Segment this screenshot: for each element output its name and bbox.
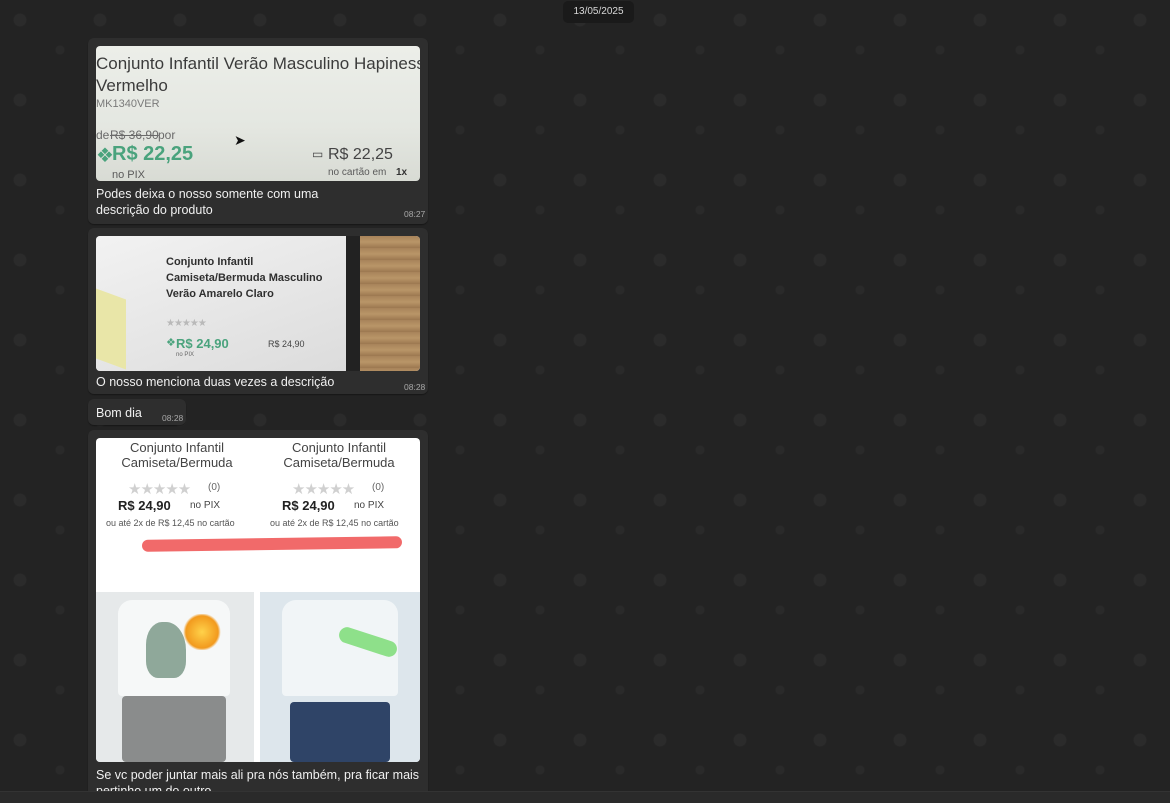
message-bubble-image[interactable]: Conjunto Infantil Verão Masculino Hapine… bbox=[88, 38, 428, 224]
caption-line: descrição do produto bbox=[96, 203, 213, 217]
dinosaur-print bbox=[146, 622, 186, 678]
pix-price: R$ 22,25 bbox=[112, 143, 194, 165]
product-image-croc bbox=[260, 592, 420, 762]
product-price: R$ 24,90 bbox=[118, 498, 171, 513]
shorts-navy bbox=[290, 702, 390, 762]
card-icon: ▭ bbox=[312, 147, 324, 161]
composer-bar bbox=[0, 791, 1170, 803]
message-bubble-text[interactable]: Bom dia 08:28 bbox=[88, 399, 186, 425]
product-title: Conjunto Infantil bbox=[292, 440, 386, 455]
image-title: Conjunto Infantil bbox=[166, 256, 254, 268]
product-price: R$ 24,90 bbox=[282, 498, 335, 513]
caption-line: Podes deixa o nosso somente com uma bbox=[96, 187, 319, 201]
product-photo[interactable]: Conjunto Infantil Camiseta/Bermuda ★★★★★… bbox=[96, 438, 420, 762]
message-caption: Podes deixa o nosso somente com uma desc… bbox=[96, 186, 318, 218]
date-chip: 13/05/2025 bbox=[563, 1, 634, 23]
chat-area: 13/05/2025 Conjunto Infantil Verão Mascu… bbox=[0, 0, 1170, 803]
message-time: 08:28 bbox=[404, 382, 426, 392]
product-title: Conjunto Infantil bbox=[130, 440, 224, 455]
image-title: Conjunto Infantil Verão Masculino Hapine… bbox=[96, 54, 420, 73]
message-bubble-image[interactable]: Conjunto Infantil Camiseta/Bermuda Mascu… bbox=[88, 228, 428, 394]
rating-stars: ★★★★★ bbox=[128, 481, 191, 498]
product-title-line2: Camiseta/Bermuda bbox=[121, 455, 233, 470]
image-title-line2: Camiseta/Bermuda Masculino bbox=[166, 272, 323, 284]
image-title-line2: Vermelho bbox=[96, 76, 168, 95]
image-title-line3: Verão Amarelo Claro bbox=[166, 288, 274, 300]
product-installments: ou até 2x de R$ 12,45 no cartão bbox=[106, 518, 235, 528]
wood-surface bbox=[360, 236, 420, 371]
message-time: 08:27 bbox=[404, 209, 426, 219]
old-price: R$ 36,90 bbox=[110, 128, 159, 142]
product-installments: ou até 2x de R$ 12,45 no cartão bbox=[270, 518, 399, 528]
pix-price: R$ 24,90 bbox=[176, 336, 229, 351]
product-price-label: no PIX bbox=[354, 500, 385, 511]
rating-count: (0) bbox=[208, 482, 221, 493]
image-sku: MK1340VER bbox=[96, 98, 160, 110]
card-price: R$ 22,25 bbox=[328, 146, 393, 163]
product-thumbnail bbox=[96, 288, 126, 370]
shorts-gray bbox=[122, 696, 226, 762]
product-price-label: no PIX bbox=[190, 500, 221, 511]
message-time: 08:28 bbox=[162, 413, 184, 423]
card-installments: 1x bbox=[396, 167, 408, 178]
message-caption: O nosso menciona duas vezes a descrição bbox=[96, 375, 335, 389]
pix-label: no PIX bbox=[112, 169, 146, 181]
product-title-line2: Camiseta/Bermuda bbox=[283, 455, 395, 470]
card-label: no cartão em bbox=[328, 167, 387, 178]
message-bubble-image[interactable]: Conjunto Infantil Camiseta/Bermuda ★★★★★… bbox=[88, 430, 428, 803]
highlight-mark bbox=[141, 536, 403, 552]
product-photo[interactable]: Conjunto Infantil Verão Masculino Hapine… bbox=[96, 46, 420, 181]
fire-print bbox=[182, 614, 222, 650]
product-image-dino bbox=[96, 592, 254, 762]
old-price-prefix: de bbox=[96, 128, 110, 142]
photo-divider bbox=[346, 236, 360, 371]
card-price: R$ 24,90 bbox=[268, 339, 305, 349]
caption-line: Se vc poder juntar mais ali pra nós tamb… bbox=[96, 768, 420, 782]
message-text: Bom dia bbox=[96, 406, 142, 420]
pix-diamond-icon: ❖ bbox=[166, 337, 176, 349]
rating-stars: ★★★★★ bbox=[292, 481, 355, 498]
rating-count: (0) bbox=[372, 482, 385, 493]
old-price-suffix: por bbox=[158, 128, 176, 142]
rating-stars: ★★★★★ bbox=[166, 318, 207, 329]
pix-label: no PIX bbox=[176, 352, 195, 358]
mouse-cursor-icon: ➤ bbox=[234, 132, 246, 148]
product-photo[interactable]: Conjunto Infantil Camiseta/Bermuda Mascu… bbox=[96, 236, 420, 371]
